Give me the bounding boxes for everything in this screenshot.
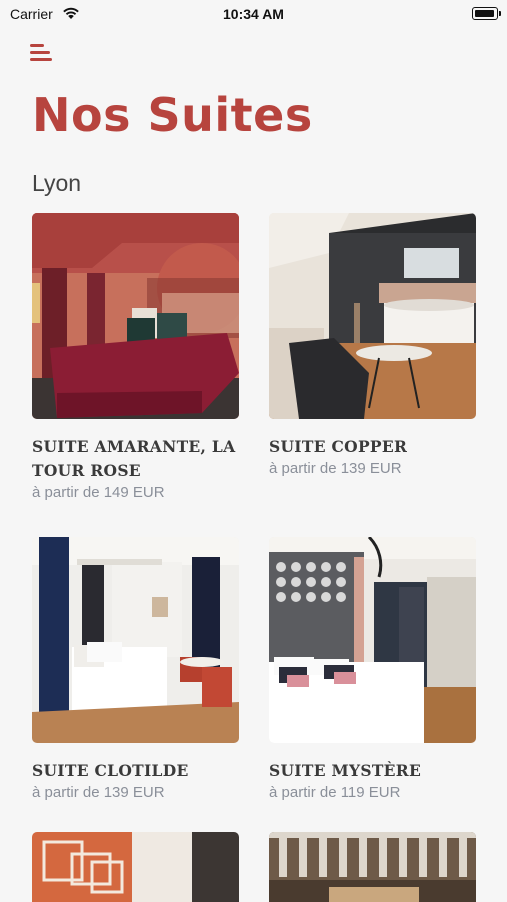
suite-card-copper[interactable]: SUITE COPPER à partir de 139 EUR: [269, 213, 476, 477]
suite-photo: [32, 537, 239, 743]
suite-photo: [269, 213, 476, 419]
suite-card-clotilde[interactable]: SUITE CLOTILDE à partir de 139 EUR: [32, 537, 239, 801]
suite-name: SUITE CLOTILDE: [32, 761, 189, 780]
suite-card-amarante[interactable]: SUITE AMARANTE, LA TOUR ROSE à partir de…: [32, 213, 239, 501]
suite-name: SUITE COPPER: [269, 437, 408, 456]
suite-name: SUITE AMARANTE, LA TOUR ROSE: [32, 437, 236, 480]
city-label: Lyon: [32, 170, 82, 196]
suite-name: SUITE MYSTÈRE: [269, 761, 422, 780]
clock: 10:34 AM: [223, 6, 284, 22]
suite-card-partial-5[interactable]: [32, 832, 239, 902]
suite-photo: [269, 832, 476, 902]
suite-card-mystere[interactable]: SUITE MYSTÈRE à partir de 119 EUR: [269, 537, 476, 801]
suite-photo: [32, 832, 239, 902]
suite-price: à partir de 149 EUR: [32, 484, 165, 501]
battery-icon: [472, 7, 501, 20]
suite-photo: [269, 537, 476, 743]
suite-card-partial-6[interactable]: [269, 832, 476, 902]
suite-price: à partir de 139 EUR: [269, 460, 402, 477]
suite-photo: [32, 213, 239, 419]
page-title: Nos Suites: [32, 88, 313, 142]
suite-price: à partir de 119 EUR: [269, 784, 401, 801]
suite-price: à partir de 139 EUR: [32, 784, 165, 801]
status-bar: Carrier 10:34 AM: [0, 0, 507, 30]
hamburger-menu-icon[interactable]: [30, 44, 54, 62]
